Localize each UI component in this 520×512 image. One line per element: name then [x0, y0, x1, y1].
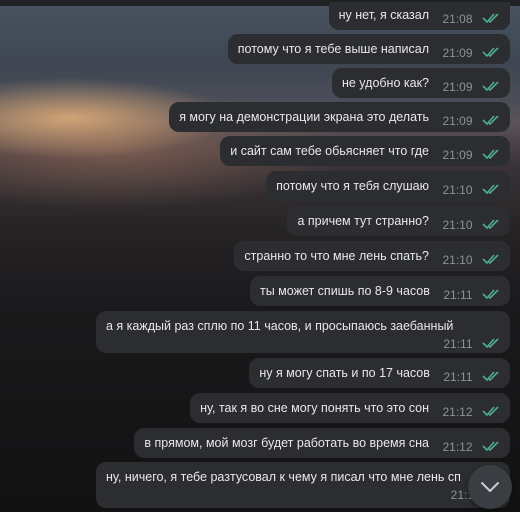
message-time: 21:10 [442, 218, 473, 232]
message-text: в прямом, мой мозг будет работать во вре… [144, 436, 429, 450]
message-bubble[interactable]: ну, так я во сне могу понять что это сон… [190, 393, 510, 423]
message-time: 21:09 [442, 80, 473, 94]
message-meta: 21:12 [442, 428, 500, 458]
message-time: 21:11 [443, 288, 473, 302]
double-check-icon [482, 47, 499, 57]
message-meta: 21:09 [442, 102, 500, 132]
message-bubble[interactable]: ну я могу спать и по 17 часов 21:11 [249, 358, 510, 388]
scroll-to-bottom-button[interactable] [468, 465, 512, 509]
message-bubble[interactable]: а я каждый раз сплю по 11 часов, и просы… [96, 311, 510, 353]
message-text: я могу на демонстрации экрана это делать [179, 110, 429, 124]
double-check-icon [482, 184, 499, 194]
message-text: а причем тут странно? [297, 214, 429, 228]
message-bubble[interactable]: и сайт сам тебе обьясняет что где 21:09 [220, 136, 510, 166]
message-bubble[interactable]: ну нет, я сказал 21:08 [328, 2, 510, 32]
message-meta: 21:08 [442, 2, 500, 32]
double-check-icon [482, 254, 499, 264]
message-time: 21:11 [443, 370, 473, 384]
message-text: ты может спишь по 8-9 часов [260, 284, 430, 298]
message-bubble[interactable]: не удобно как? 21:09 [331, 68, 510, 98]
message-bubble[interactable]: в прямом, мой мозг будет работать во вре… [134, 428, 510, 458]
message-text: ну я могу спать и по 17 часов [259, 366, 430, 380]
double-check-icon [482, 406, 499, 416]
message-text: ну, так я во сне могу понять что это сон [200, 401, 429, 415]
message-meta: 21:10 [442, 171, 500, 201]
message-time: 21:10 [442, 253, 473, 267]
message-time: 21:11 [443, 337, 473, 351]
message-time: 21:09 [442, 46, 473, 60]
double-check-icon [482, 289, 499, 299]
message-text: потому что я тебе выше написал [237, 42, 429, 56]
message-bubble[interactable]: странно то что мне лень спать? 21:10 [234, 241, 510, 271]
message-text: ну, ничего, я тебе разтусовал к чему я п… [106, 470, 461, 484]
double-check-icon [482, 115, 499, 125]
message-meta: 21:1 [106, 486, 500, 504]
message-bubble[interactable]: а причем тут странно? 21:10 [287, 206, 510, 236]
message-time: 21:08 [442, 12, 473, 26]
message-meta: 21:11 [443, 358, 500, 388]
message-time: 21:09 [442, 114, 473, 128]
message-text: ну нет, я сказал [338, 8, 429, 22]
message-bubble[interactable]: ты может спишь по 8-9 часов 21:11 [250, 276, 510, 306]
message-time: 21:12 [442, 405, 473, 419]
double-check-icon [482, 441, 499, 451]
message-meta: 21:09 [442, 34, 500, 64]
message-time: 21:09 [442, 148, 473, 162]
message-meta: 21:11 [443, 276, 500, 306]
message-bubble[interactable]: ну, ничего, я тебе разтусовал к чему я п… [96, 462, 510, 508]
message-bubble[interactable]: потому что я тебе выше написал 21:09 [227, 34, 510, 64]
message-meta: 21:11 [106, 335, 500, 353]
message-time: 21:12 [442, 440, 473, 454]
message-meta: 21:12 [442, 393, 500, 423]
double-check-icon [482, 338, 499, 348]
message-time: 21:10 [442, 183, 473, 197]
double-check-icon [482, 13, 499, 23]
double-check-icon [482, 371, 499, 381]
message-meta: 21:09 [442, 68, 500, 98]
message-meta: 21:09 [442, 136, 500, 166]
chevron-down-icon [481, 482, 499, 492]
double-check-icon [482, 81, 499, 91]
message-bubble[interactable]: я могу на демонстрации экрана это делать… [169, 102, 510, 132]
message-text: странно то что мне лень спать? [244, 249, 429, 263]
double-check-icon [482, 219, 499, 229]
message-text: потому что я тебя слушаю [276, 179, 429, 193]
message-bubble[interactable]: потому что я тебя слушаю 21:10 [266, 171, 510, 201]
message-text: а я каждый раз сплю по 11 часов, и просы… [106, 319, 454, 333]
double-check-icon [482, 149, 499, 159]
message-text: не удобно как? [341, 76, 429, 90]
message-meta: 21:10 [442, 206, 500, 236]
message-text: и сайт сам тебе обьясняет что где [230, 144, 429, 158]
message-meta: 21:10 [442, 241, 500, 271]
